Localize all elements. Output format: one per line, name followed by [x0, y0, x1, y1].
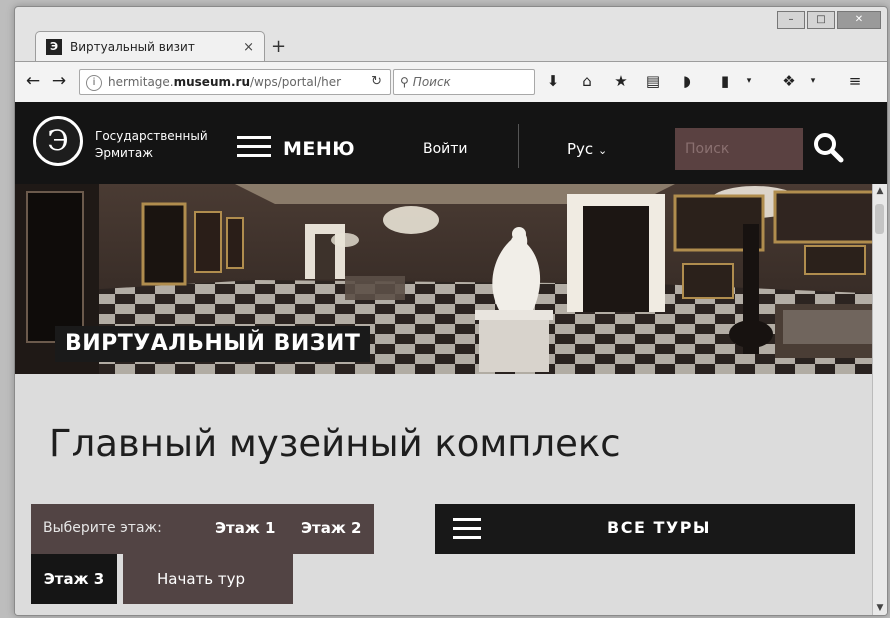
login-link[interactable]: Войти [423, 141, 468, 157]
floor-2-button[interactable]: Этаж 2 [301, 519, 361, 537]
language-label: Рус [567, 140, 594, 158]
pocket-icon[interactable]: ◗ [677, 71, 697, 91]
all-tours-button[interactable]: ВСЕ ТУРЫ [435, 504, 855, 554]
site-logo-text[interactable]: Государственный Эрмитаж [95, 128, 225, 162]
site-search-icon[interactable] [811, 130, 845, 164]
language-selector[interactable]: Рус ⌄ [567, 140, 607, 158]
url-host: museum.ru [173, 75, 251, 89]
tab-title: Виртуальный визит [70, 40, 195, 54]
window-controls: – □ ✕ [777, 11, 881, 29]
minimize-button[interactable]: – [777, 11, 805, 29]
floor-selector: Выберите этаж: Этаж 1 Этаж 2 [31, 504, 374, 554]
forward-icon[interactable]: → [49, 71, 69, 91]
extension-icon[interactable]: ❖ [779, 71, 799, 91]
page-title: Главный музейный комплекс [49, 422, 621, 465]
main-content: Главный музейный комплекс Выберите этаж:… [15, 374, 887, 615]
addon-dropdown-icon[interactable]: ▾ [739, 71, 759, 91]
home-icon[interactable]: ⌂ [577, 71, 597, 91]
scrollbar-thumb[interactable] [875, 204, 884, 234]
floor-1-button[interactable]: Этаж 1 [215, 519, 275, 537]
info-icon[interactable]: i [86, 74, 102, 91]
tab-close-icon[interactable]: × [243, 40, 254, 55]
logo-line-2: Эрмитаж [95, 146, 154, 160]
reload-icon[interactable]: ↻ [371, 70, 382, 94]
vertical-scrollbar[interactable]: ▲ ▼ [872, 184, 887, 615]
all-tours-label: ВСЕ ТУРЫ [607, 518, 711, 537]
search-icon: ⚲ [400, 75, 409, 89]
close-window-button[interactable]: ✕ [837, 11, 881, 29]
virtual-visit-badge: ВИРТУАЛЬНЫЙ ВИЗИТ [55, 326, 371, 362]
menu-button[interactable]: МЕНЮ [283, 138, 355, 160]
logo-line-1: Государственный [95, 129, 208, 143]
list-icon [453, 518, 481, 540]
address-bar[interactable]: i hermitage.museum.ru/wps/portal/her ↻ [79, 69, 391, 95]
site-favicon-icon: Э [46, 39, 62, 55]
new-tab-button[interactable]: + [271, 36, 286, 57]
start-tour-button[interactable]: Начать тур [123, 554, 293, 604]
menu-hamburger-icon[interactable] [237, 136, 271, 158]
bookmarks-library-icon[interactable]: ▤ [643, 71, 663, 91]
hermitage-logo-icon[interactable]: Э [33, 116, 83, 166]
chevron-down-icon: ⌄ [597, 144, 608, 157]
floor-prompt: Выберите этаж: [43, 520, 162, 536]
url-path: /wps/portal/her [250, 75, 342, 89]
site-search-input[interactable]: Поиск [675, 128, 803, 170]
scroll-down-icon[interactable]: ▼ [873, 603, 887, 613]
extension-dropdown-icon[interactable]: ▾ [803, 71, 823, 91]
hamburger-menu-icon[interactable]: ≡ [845, 71, 865, 91]
browser-tab[interactable]: Э Виртуальный визит × [35, 31, 265, 62]
site-header: Э Государственный Эрмитаж МЕНЮ Войти Рус… [15, 102, 887, 184]
download-icon[interactable]: ⬇ [543, 71, 563, 91]
browser-search-input[interactable]: ⚲ Поиск [393, 69, 535, 95]
browser-search-placeholder: Поиск [412, 75, 451, 89]
floor-3-button[interactable]: Этаж 3 [31, 554, 117, 604]
browser-window: – □ ✕ Э Виртуальный визит × + ← → i hermi… [14, 6, 888, 616]
hero-banner: ВИРТУАЛЬНЫЙ ВИЗИТ [15, 184, 887, 374]
header-divider [518, 124, 519, 168]
addon-icon[interactable]: ▮ [715, 71, 735, 91]
bookmark-star-icon[interactable]: ★ [611, 71, 631, 91]
url-prefix: hermitage. [108, 75, 174, 89]
navigation-bar: ← → i hermitage.museum.ru/wps/portal/her … [15, 61, 887, 103]
back-icon[interactable]: ← [23, 71, 43, 91]
maximize-button[interactable]: □ [807, 11, 835, 29]
scroll-up-icon[interactable]: ▲ [873, 186, 887, 196]
